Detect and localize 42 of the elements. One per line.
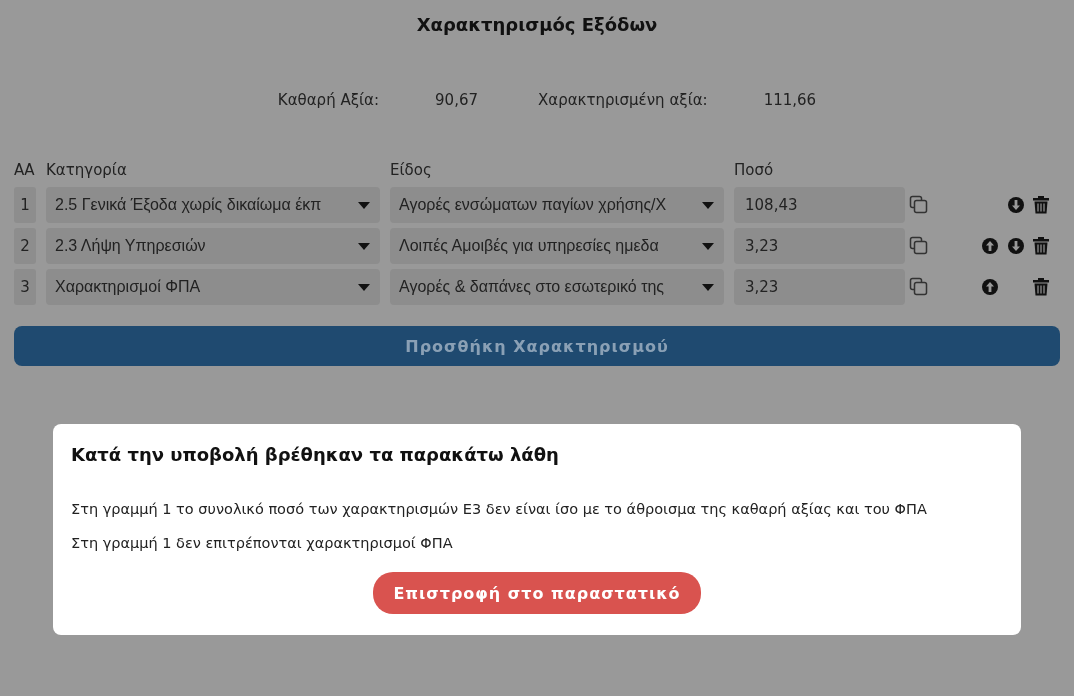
amount-input[interactable]: 3,23	[734, 228, 905, 264]
dropdown-caret-icon	[702, 201, 714, 209]
trash-icon[interactable]	[1033, 278, 1049, 296]
move-down-icon[interactable]	[1007, 237, 1025, 255]
amount-input[interactable]: 108,43	[734, 187, 905, 223]
type-select[interactable]: Αγορές ενσώματων παγίων χρήσης/Χ	[390, 187, 724, 223]
dropdown-caret-icon	[702, 283, 714, 291]
column-header: ΑΑ	[14, 160, 36, 181]
column-header: Είδος	[390, 160, 433, 181]
move-up-icon[interactable]	[981, 237, 999, 255]
summary-value: 90,67	[435, 90, 478, 111]
dialog-title: Κατά την υποβολή βρέθηκαν τα παρακάτω λάθη	[71, 443, 560, 467]
summary-value: 111,66	[763, 90, 817, 111]
dropdown-caret-icon	[702, 242, 714, 250]
error-message: Στη γραμμή 1 το συνολικό ποσό των χαρακτηρισμών Ε3 δεν είναι ίσο με το άθροισμα της καθαρή αξίας και του ΦΠΑ	[71, 500, 928, 519]
type-select[interactable]: Λοιπές Αμοιβές για υπηρεσίες ημεδα	[390, 228, 724, 264]
trash-icon[interactable]	[1033, 237, 1049, 255]
move-down-icon[interactable]	[1007, 196, 1025, 214]
column-header: Ποσό	[734, 160, 775, 181]
amount-input[interactable]: 3,23	[734, 269, 905, 305]
copy-icon[interactable]	[909, 236, 929, 256]
column-header: Κατηγορία	[46, 160, 128, 181]
row-number: 2	[14, 228, 36, 264]
dropdown-caret-icon	[358, 283, 370, 291]
summary-label: Καθαρή Αξία:	[277, 90, 380, 111]
dropdown-caret-icon	[358, 242, 370, 250]
summary-label: Χαρακτηρισμένη αξία:	[538, 90, 708, 111]
type-select[interactable]: Αγορές & δαπάνες στο εσωτερικό της	[390, 269, 724, 305]
trash-icon[interactable]	[1033, 196, 1049, 214]
category-select[interactable]: Χαρακτηρισμοί ΦΠΑ	[46, 269, 380, 305]
copy-icon[interactable]	[909, 277, 929, 297]
copy-icon[interactable]	[909, 195, 929, 215]
error-message: Στη γραμμή 1 δεν επιτρέπονται χαρακτηρισμοί ΦΠΑ	[71, 534, 454, 553]
return-button[interactable]: Επιστροφή στο παραστατικό	[373, 572, 701, 614]
move-up-icon[interactable]	[981, 278, 999, 296]
row-number: 3	[14, 269, 36, 305]
row-number: 1	[14, 187, 36, 223]
category-select[interactable]: 2.3 Λήψη Υπηρεσιών	[46, 228, 380, 264]
add-characterization-button[interactable]: Προσθήκη Χαρακτηρισμού	[14, 326, 1060, 366]
category-select[interactable]: 2.5 Γενικά Έξοδα χωρίς δικαίωμα έκπ	[46, 187, 380, 223]
page-title: Χαρακτηρισμός Εξόδων	[415, 13, 659, 37]
dropdown-caret-icon	[358, 201, 370, 209]
